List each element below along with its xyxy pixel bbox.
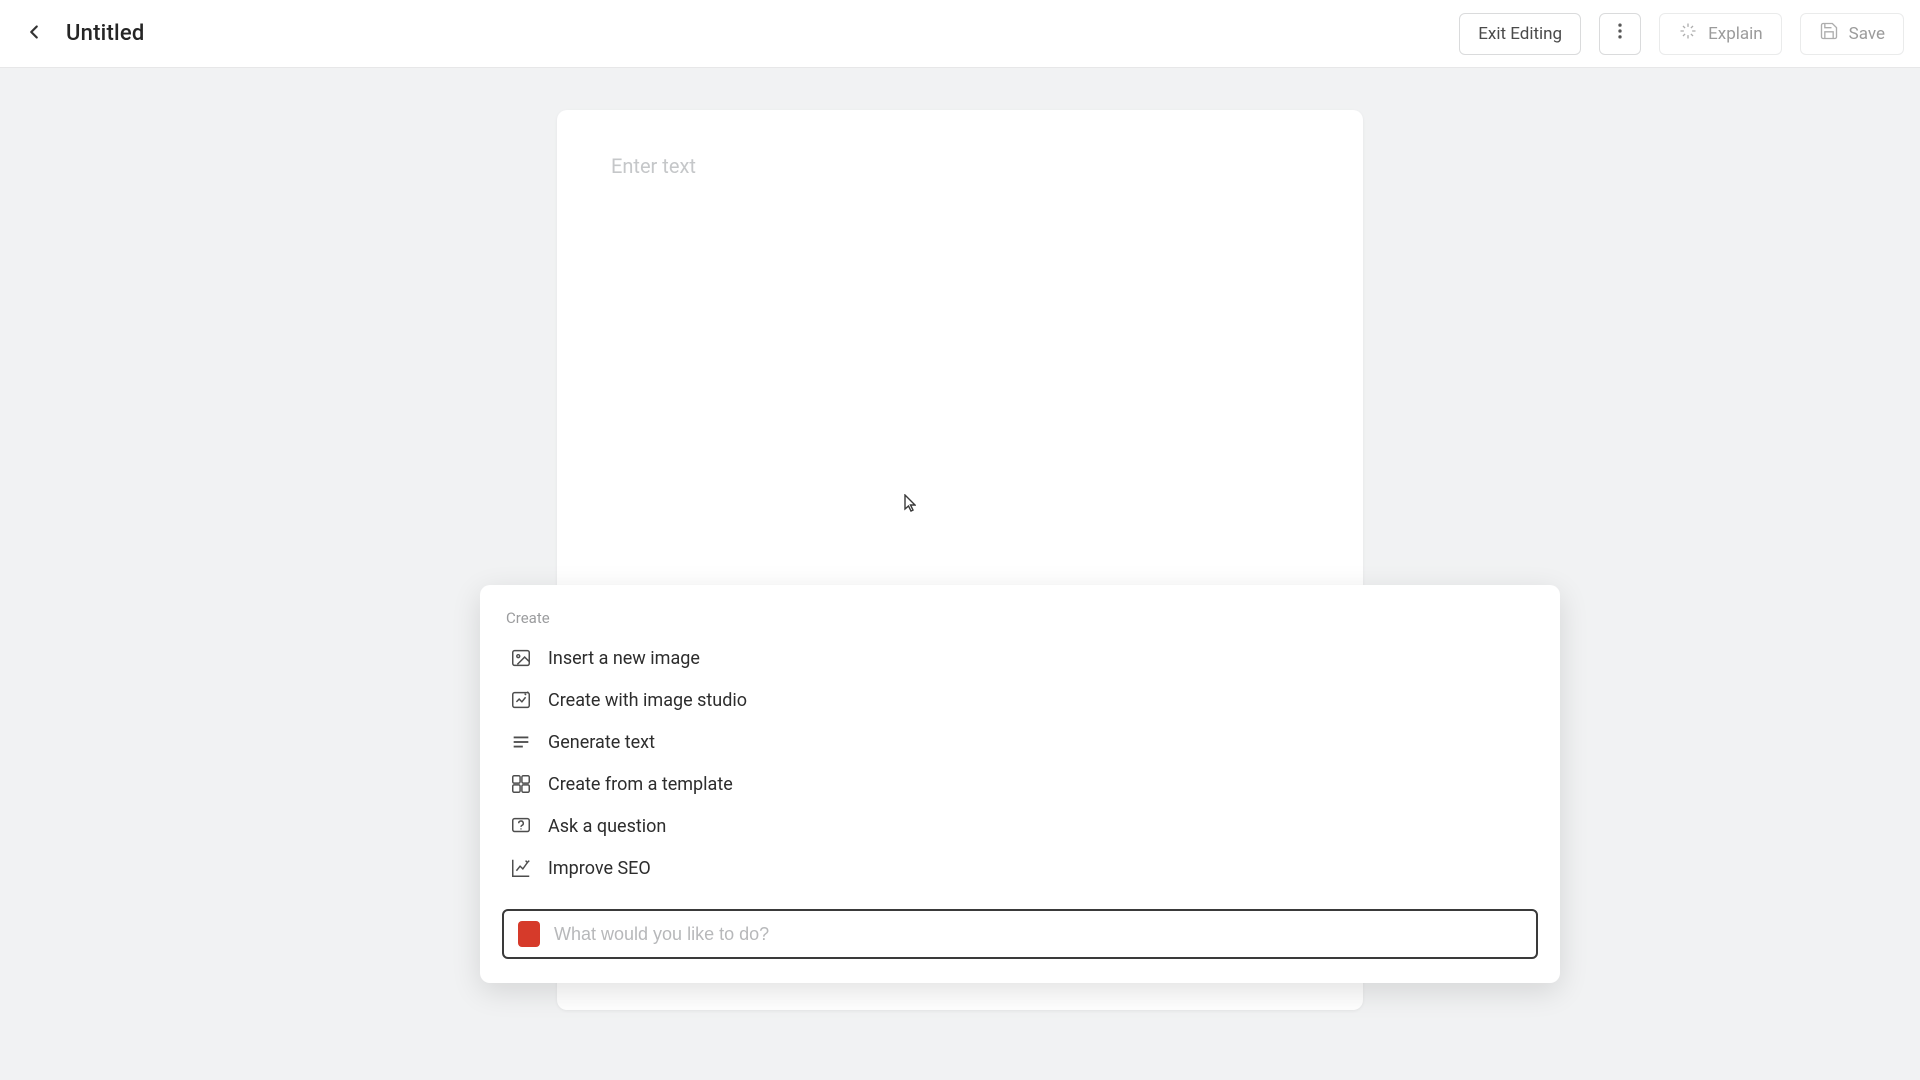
ai-chip-icon [518, 921, 540, 947]
more-menu-button[interactable] [1599, 13, 1641, 55]
template-icon [510, 773, 532, 795]
cmd-image-studio[interactable]: Create with image studio [502, 679, 1538, 721]
topbar: Untitled Exit Editing Explain Save [0, 0, 1920, 68]
cmd-create-template[interactable]: Create from a template [502, 763, 1538, 805]
question-icon [510, 815, 532, 837]
back-button[interactable] [20, 20, 48, 48]
cmd-label: Create with image studio [548, 690, 747, 711]
save-label: Save [1849, 24, 1885, 44]
image-studio-icon [510, 689, 532, 711]
exit-editing-label: Exit Editing [1478, 24, 1562, 44]
chevron-left-icon [23, 21, 45, 47]
cmd-label: Create from a template [548, 774, 733, 795]
sparkle-icon [1678, 21, 1698, 46]
command-panel: Create Insert a new image Create with im… [480, 585, 1560, 983]
command-section-label: Create [506, 609, 1538, 627]
cmd-label: Insert a new image [548, 648, 700, 669]
cmd-generate-text[interactable]: Generate text [502, 721, 1538, 763]
save-icon [1819, 21, 1839, 46]
exit-editing-button[interactable]: Exit Editing [1459, 13, 1581, 55]
explain-label: Explain [1708, 24, 1763, 44]
explain-button[interactable]: Explain [1659, 13, 1782, 55]
cmd-ask-question[interactable]: Ask a question [502, 805, 1538, 847]
text-lines-icon [510, 731, 532, 753]
kebab-icon [1610, 21, 1630, 46]
save-button[interactable]: Save [1800, 13, 1904, 55]
cmd-insert-image[interactable]: Insert a new image [502, 637, 1538, 679]
command-input[interactable] [554, 924, 1522, 945]
cmd-label: Generate text [548, 732, 655, 753]
image-icon [510, 647, 532, 669]
document-placeholder: Enter text [611, 154, 1309, 178]
command-input-container[interactable] [502, 909, 1538, 959]
document-title[interactable]: Untitled [66, 21, 144, 46]
cmd-improve-seo[interactable]: Improve SEO [502, 847, 1538, 889]
command-list: Insert a new image Create with image stu… [502, 637, 1538, 889]
cmd-label: Ask a question [548, 816, 666, 837]
seo-icon [510, 857, 532, 879]
cmd-label: Improve SEO [548, 858, 651, 879]
